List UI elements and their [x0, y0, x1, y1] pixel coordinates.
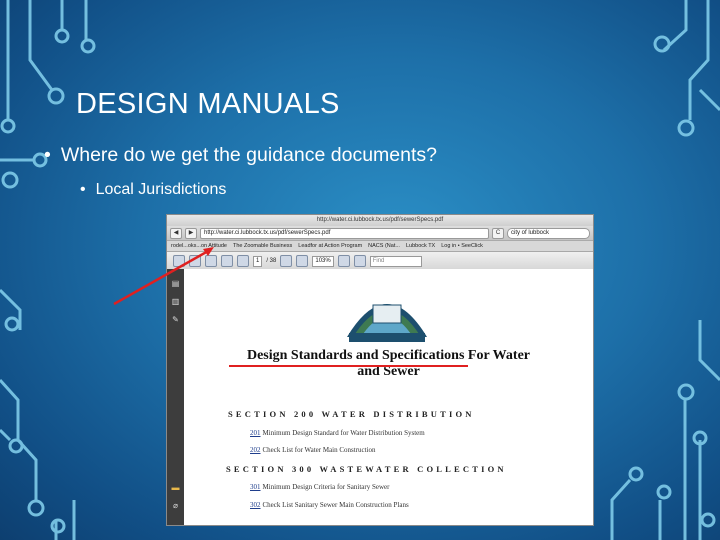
annotation-arrowhead	[203, 247, 214, 256]
annotation-arrow	[113, 248, 211, 306]
annotation-overlay	[113, 247, 468, 367]
